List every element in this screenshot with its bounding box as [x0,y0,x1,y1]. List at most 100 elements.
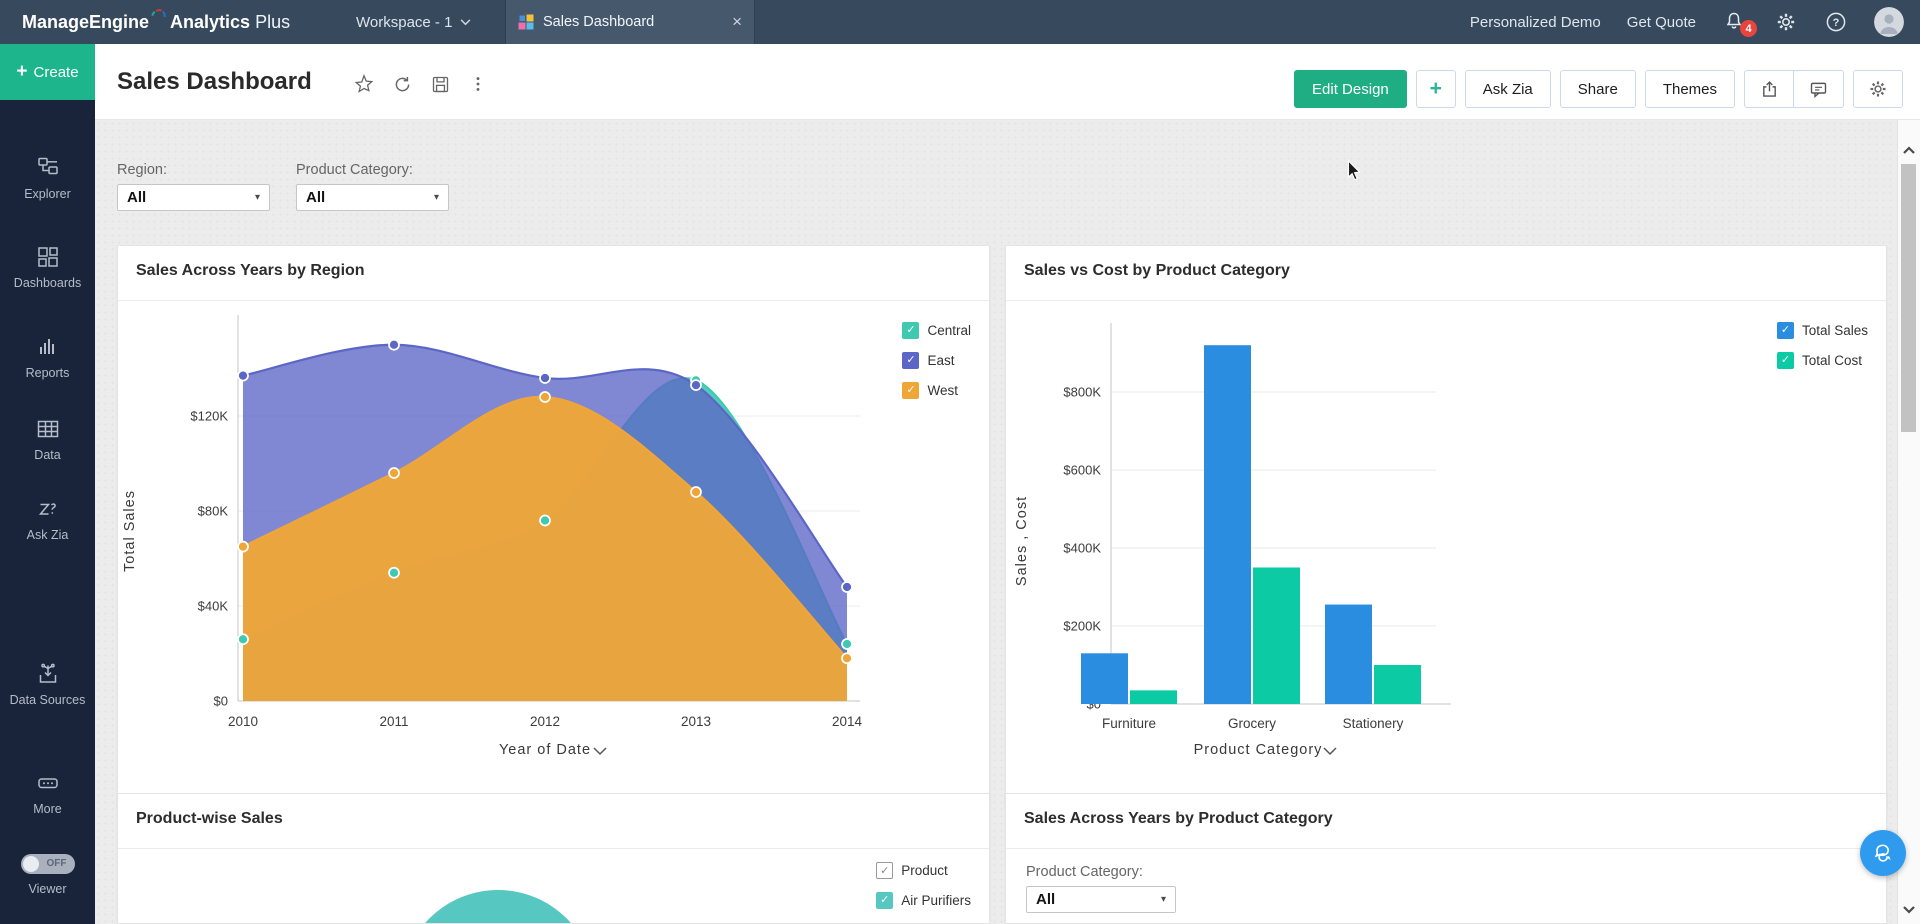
get-quote-link[interactable]: Get Quote [1627,14,1696,31]
favorite-star-icon[interactable] [353,73,375,95]
scroll-down-icon[interactable] [1902,902,1916,920]
sidebar-item-reports[interactable]: Reports [0,335,95,381]
chart-title: Sales Across Years by Product Category [1024,810,1333,828]
brand-swirl-icon [150,8,167,29]
checkbox-icon: ✓ [876,892,893,909]
tab-close-icon[interactable]: × [732,12,742,32]
svg-text:Sales , Cost: Sales , Cost [1014,496,1030,586]
help-button[interactable]: ? [1824,10,1848,34]
export-button[interactable] [1744,70,1794,108]
sales-vs-cost-chart[interactable]: $0$200K$400K$600K$800KFurnitureGrocerySt… [1006,301,1887,801]
legend-item-air-purifiers[interactable]: ✓ Air Purifiers [876,892,971,909]
viewer-label: Viewer [29,882,67,897]
svg-text:Total Sales: Total Sales [122,490,138,572]
sidebar-item-more[interactable]: More [0,771,95,817]
viewer-block: OFF Viewer [0,854,95,897]
brand-product: Analytics [170,12,250,33]
scrollbar-thumb[interactable] [1901,164,1916,432]
comment-icon [1808,79,1829,100]
svg-text:2010: 2010 [228,714,258,729]
workspace-label: Workspace - 1 [356,14,452,31]
legend-item-west[interactable]: ✓West [902,382,971,399]
vertical-scrollbar [1897,120,1920,924]
sales-across-years-by-region-chart[interactable]: $0$40K$80K$120K20102011201220132014Year … [118,301,990,801]
legend-label: East [927,353,954,368]
divider [1006,848,1886,849]
data-icon [35,417,61,441]
brand-logo: ManageEngineAnalytics Plus [22,0,290,44]
personalized-demo-link[interactable]: Personalized Demo [1470,14,1601,31]
sidebar-item-label: Data [34,448,60,463]
sidebar: + Create Explorer Dashboards Reports Data As… [0,44,95,924]
save-icon[interactable] [430,74,451,95]
region-filter-value: All [127,189,146,206]
avatar[interactable] [1874,7,1904,37]
caret-down-icon: ▾ [255,192,260,203]
legend-label: Total Sales [1802,323,1868,338]
comments-button[interactable] [1794,70,1844,108]
chart-legend: ✓Central ✓East ✓West [902,322,971,399]
sidebar-item-data-sources[interactable]: Data Sources [0,662,95,708]
legend-item-total-cost[interactable]: ✓Total Cost [1777,352,1868,369]
svg-text:2011: 2011 [379,714,408,729]
ask-zia-icon [35,497,61,521]
tab-sales-dashboard[interactable]: Sales Dashboard × [505,0,755,44]
svg-text:2012: 2012 [530,714,560,729]
kebab-menu-icon[interactable] [468,73,488,95]
product-wise-sales-pie[interactable] [118,850,990,923]
svg-text:Stationery: Stationery [1343,716,1404,731]
chart-title: Sales Across Years by Region [136,262,365,280]
sidebar-item-label: More [33,802,61,817]
workspace-selector[interactable]: Workspace - 1 [356,0,471,44]
page-header: Sales Dashboard Edit Design + Ask Zia Sh… [95,44,1920,120]
checkbox-icon: ✓ [1777,352,1794,369]
legend-label: Air Purifiers [901,893,971,908]
svg-text:2013: 2013 [681,714,711,729]
legend-item-total-sales[interactable]: ✓Total Sales [1777,322,1868,339]
notification-badge: 4 [1740,20,1757,37]
dashboard-settings-button[interactable] [1853,70,1903,108]
edit-design-button[interactable]: Edit Design [1294,70,1407,108]
themes-button[interactable]: Themes [1645,70,1735,108]
svg-text:Product Category: Product Category [1194,742,1323,758]
sidebar-item-data[interactable]: Data [0,417,95,463]
refresh-icon[interactable] [392,74,413,95]
export-comment-group [1744,70,1844,108]
legend-label: Product [901,863,948,878]
chat-fab-button[interactable] [1860,830,1906,876]
product-category-filter-select[interactable]: All ▾ [296,184,449,211]
scroll-up-icon[interactable] [1902,142,1916,160]
checkbox-icon: ✓ [876,862,893,879]
brand-product-suffix: Plus [255,12,290,33]
product-category-filter-label: Product Category: [296,162,413,178]
chart-title: Sales vs Cost by Product Category [1024,262,1290,280]
notifications-button[interactable]: 4 [1722,9,1748,35]
plus-icon: + [16,61,27,83]
reports-icon [35,335,61,359]
create-label: Create [34,64,79,81]
sidebar-item-dashboards[interactable]: Dashboards [0,245,95,291]
sidebar-item-ask-zia[interactable]: Ask Zia [0,497,95,543]
chart-legend: ✓Total Sales✓Total Cost [1777,322,1868,369]
title-actions [353,73,488,95]
export-icon [1759,79,1780,100]
chart-filter-label: Product Category: [1026,864,1143,880]
chart-filter-select[interactable]: All ▾ [1026,886,1176,913]
ask-zia-button[interactable]: Ask Zia [1465,70,1551,108]
settings-topbar-button[interactable] [1774,10,1798,34]
create-button[interactable]: + Create [0,44,95,100]
chart-legend: ✓ Product ✓ Air Purifiers [876,862,971,909]
svg-text:Furniture: Furniture [1102,716,1156,731]
help-icon: ? [1824,10,1848,34]
region-filter-select[interactable]: All ▾ [117,184,270,211]
sidebar-item-explorer[interactable]: Explorer [0,156,95,202]
legend-item-product[interactable]: ✓ Product [876,862,971,879]
viewer-toggle[interactable]: OFF [21,854,75,874]
card-sales-across-years-by-category: Sales Across Years by Product Category P… [1005,793,1887,923]
share-button[interactable]: Share [1560,70,1636,108]
add-widget-button[interactable]: + [1416,70,1456,108]
header-buttons: Edit Design + Ask Zia Share Themes [1294,70,1903,108]
legend-item-east[interactable]: ✓East [902,352,971,369]
analytics-plus-app: ManageEngineAnalytics Plus Workspace - 1… [0,0,1920,924]
legend-item-central[interactable]: ✓Central [902,322,971,339]
